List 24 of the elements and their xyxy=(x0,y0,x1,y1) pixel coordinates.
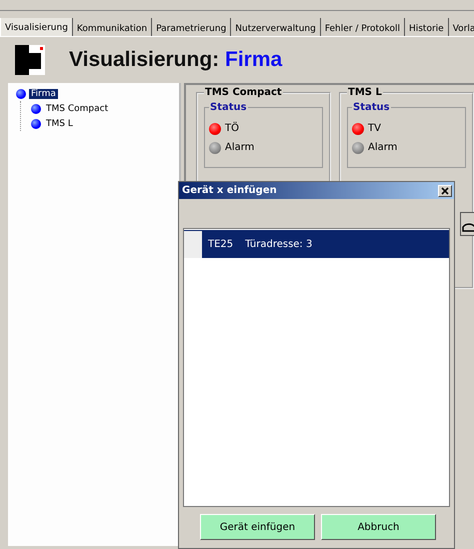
node-icon xyxy=(31,118,41,128)
group-title: TMS L xyxy=(347,87,383,98)
list-item[interactable]: TE25 Türadresse: 3 xyxy=(184,230,449,258)
led-label: TÖ xyxy=(225,123,239,134)
group-title: Status xyxy=(352,102,391,113)
led-label: Alarm xyxy=(225,142,254,153)
device-thumbnail xyxy=(184,230,202,258)
tree-item[interactable]: TMS Compact xyxy=(44,104,110,114)
group-title: TMS Compact xyxy=(204,87,283,98)
close-icon xyxy=(441,186,449,194)
tab[interactable]: Visualisierung xyxy=(0,18,73,36)
page-title: Visualisierung: Firma xyxy=(69,48,282,72)
close-button[interactable] xyxy=(438,184,452,196)
node-icon xyxy=(31,104,41,114)
tree-item[interactable]: Firma xyxy=(29,88,58,98)
tree-item[interactable]: TMS L xyxy=(44,118,75,128)
led-label: Alarm xyxy=(368,142,398,153)
led-label: TV xyxy=(368,123,381,134)
node-icon xyxy=(16,88,26,98)
dialog-title: Gerät x einfügen xyxy=(182,185,277,196)
logo-icon xyxy=(15,45,45,75)
dialog-button[interactable]: Abbruch xyxy=(321,514,436,540)
dialog-button[interactable]: Gerät einfügen xyxy=(200,514,315,540)
group-title: Status xyxy=(209,102,248,113)
